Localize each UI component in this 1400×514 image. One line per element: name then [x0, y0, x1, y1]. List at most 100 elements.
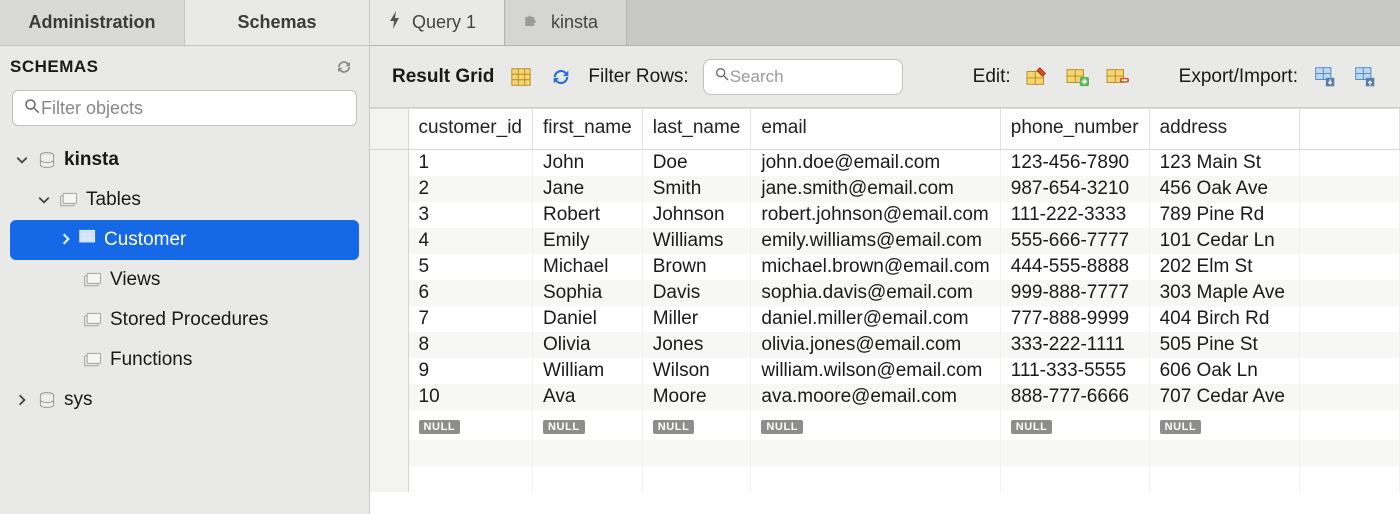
cell[interactable]: Sophia [533, 280, 643, 306]
col-phone_number[interactable]: phone_number [1000, 109, 1149, 150]
cell[interactable]: 888-777-6666 [1000, 384, 1149, 410]
cell[interactable]: ava.moore@email.com [751, 384, 1000, 410]
cell[interactable]: Williams [642, 228, 751, 254]
cell[interactable]: Miller [642, 306, 751, 332]
tree-stored-procedures[interactable]: . Stored Procedures [0, 300, 369, 340]
cell[interactable]: 505 Pine St [1149, 332, 1299, 358]
col-address[interactable]: address [1149, 109, 1299, 150]
row-gutter[interactable] [370, 332, 408, 358]
row-gutter[interactable] [370, 202, 408, 228]
cell[interactable]: Moore [642, 384, 751, 410]
tree-schema-kinsta[interactable]: kinsta [0, 140, 369, 180]
tab-kinsta[interactable]: kinsta [505, 0, 627, 45]
cell[interactable]: John [533, 150, 643, 177]
cell[interactable]: 999-888-7777 [1000, 280, 1149, 306]
cell[interactable]: emily.williams@email.com [751, 228, 1000, 254]
row-gutter[interactable] [370, 410, 408, 440]
filter-objects-input[interactable] [41, 98, 346, 119]
cell[interactable]: 101 Cedar Ln [1149, 228, 1299, 254]
edit-row-icon[interactable] [1025, 64, 1051, 90]
cell[interactable]: jane.smith@email.com [751, 176, 1000, 202]
table-row[interactable]: 4EmilyWilliamsemily.williams@email.com55… [370, 228, 1400, 254]
table-row[interactable]: 9WilliamWilsonwilliam.wilson@email.com11… [370, 358, 1400, 384]
cell[interactable]: 7 [408, 306, 533, 332]
cell[interactable]: 444-555-8888 [1000, 254, 1149, 280]
data-table[interactable]: customer_id first_name last_name email p… [370, 109, 1400, 492]
cell[interactable]: 202 Elm St [1149, 254, 1299, 280]
cell[interactable]: 8 [408, 332, 533, 358]
row-gutter[interactable] [370, 384, 408, 410]
filter-objects-box[interactable] [12, 90, 357, 126]
cell[interactable]: 3 [408, 202, 533, 228]
cell[interactable]: 777-888-9999 [1000, 306, 1149, 332]
cell[interactable]: 333-222-1111 [1000, 332, 1149, 358]
col-first_name[interactable]: first_name [533, 109, 643, 150]
table-row[interactable]: 5MichaelBrownmichael.brown@email.com444-… [370, 254, 1400, 280]
table-row[interactable]: 1JohnDoejohn.doe@email.com123-456-789012… [370, 150, 1400, 177]
cell[interactable]: 123-456-7890 [1000, 150, 1149, 177]
cell[interactable]: olivia.jones@email.com [751, 332, 1000, 358]
row-gutter[interactable] [370, 254, 408, 280]
cell[interactable]: 606 Oak Ln [1149, 358, 1299, 384]
tree-tables[interactable]: Tables [0, 180, 369, 220]
cell[interactable]: Emily [533, 228, 643, 254]
cell[interactable]: 1 [408, 150, 533, 177]
tab-administration[interactable]: Administration [0, 0, 185, 45]
col-customer_id[interactable]: customer_id [408, 109, 533, 150]
cell[interactable]: 555-666-7777 [1000, 228, 1149, 254]
cell[interactable]: william.wilson@email.com [751, 358, 1000, 384]
tree-table-customer[interactable]: Customer [10, 220, 359, 260]
table-row[interactable]: 3RobertJohnsonrobert.johnson@email.com11… [370, 202, 1400, 228]
cell[interactable]: 9 [408, 358, 533, 384]
refresh-icon[interactable] [548, 64, 574, 90]
cell[interactable]: William [533, 358, 643, 384]
cell-null[interactable]: NULL [1149, 410, 1299, 440]
export-icon[interactable] [1312, 64, 1338, 90]
cell[interactable]: john.doe@email.com [751, 150, 1000, 177]
cell[interactable]: robert.johnson@email.com [751, 202, 1000, 228]
refresh-icon[interactable] [331, 54, 357, 80]
tree-views[interactable]: . Views [0, 260, 369, 300]
cell[interactable]: sophia.davis@email.com [751, 280, 1000, 306]
cell[interactable]: michael.brown@email.com [751, 254, 1000, 280]
filter-rows-input[interactable] [730, 67, 951, 87]
cell[interactable]: 404 Birch Rd [1149, 306, 1299, 332]
cell-null[interactable]: NULL [642, 410, 751, 440]
cell[interactable]: Daniel [533, 306, 643, 332]
tab-schemas[interactable]: Schemas [185, 0, 369, 45]
table-row[interactable]: 7DanielMillerdaniel.miller@email.com777-… [370, 306, 1400, 332]
cell[interactable]: 111-333-5555 [1000, 358, 1149, 384]
add-row-icon[interactable] [1065, 64, 1091, 90]
cell[interactable]: 5 [408, 254, 533, 280]
table-row[interactable]: 10AvaMooreava.moore@email.com888-777-666… [370, 384, 1400, 410]
cell[interactable]: 987-654-3210 [1000, 176, 1149, 202]
cell[interactable]: Jones [642, 332, 751, 358]
cell[interactable]: Michael [533, 254, 643, 280]
tree-functions[interactable]: . Functions [0, 340, 369, 380]
cell[interactable]: 303 Maple Ave [1149, 280, 1299, 306]
cell[interactable]: 111-222-3333 [1000, 202, 1149, 228]
cell[interactable]: daniel.miller@email.com [751, 306, 1000, 332]
cell[interactable]: Doe [642, 150, 751, 177]
col-email[interactable]: email [751, 109, 1000, 150]
tab-query-1[interactable]: Query 1 [370, 0, 505, 45]
grid-mode-icon[interactable] [508, 64, 534, 90]
cell[interactable]: 123 Main St [1149, 150, 1299, 177]
cell[interactable]: 4 [408, 228, 533, 254]
row-gutter[interactable] [370, 228, 408, 254]
cell[interactable]: Brown [642, 254, 751, 280]
cell[interactable]: Ava [533, 384, 643, 410]
cell-null[interactable]: NULL [408, 410, 533, 440]
cell-null[interactable]: NULL [751, 410, 1000, 440]
table-row[interactable]: 6SophiaDavissophia.davis@email.com999-88… [370, 280, 1400, 306]
table-row[interactable]: 2JaneSmithjane.smith@email.com987-654-32… [370, 176, 1400, 202]
row-gutter[interactable] [370, 358, 408, 384]
cell[interactable]: Olivia [533, 332, 643, 358]
cell[interactable]: Jane [533, 176, 643, 202]
row-gutter[interactable] [370, 280, 408, 306]
cell-null[interactable]: NULL [533, 410, 643, 440]
cell[interactable]: Johnson [642, 202, 751, 228]
col-last_name[interactable]: last_name [642, 109, 751, 150]
cell[interactable]: 456 Oak Ave [1149, 176, 1299, 202]
cell[interactable]: Davis [642, 280, 751, 306]
